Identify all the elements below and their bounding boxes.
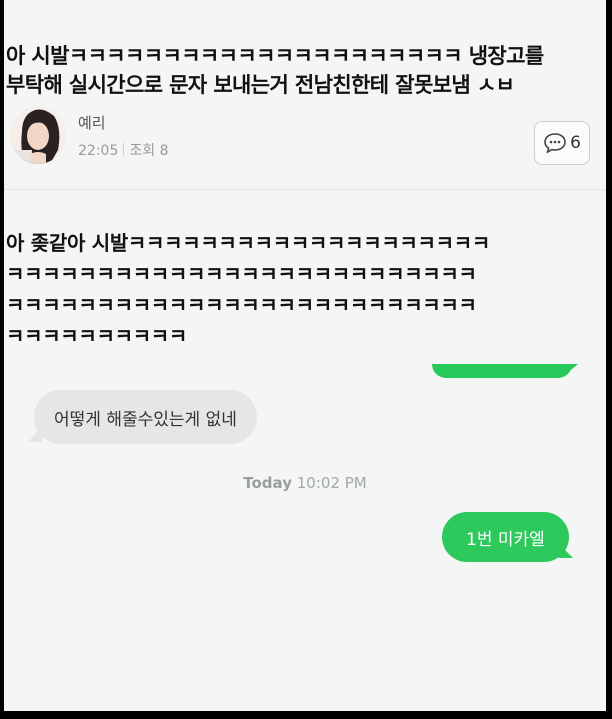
view-count: 조회 8 bbox=[129, 143, 169, 159]
comment-count: 6 bbox=[570, 133, 581, 153]
sent-bubble-partial bbox=[432, 364, 572, 378]
speech-bubble-dots-icon bbox=[544, 133, 566, 154]
message-timestamp: Today 10:02 PM bbox=[4, 474, 606, 492]
screenshot-frame: 아 시발ㅋㅋㅋㅋㅋㅋㅋㅋㅋㅋㅋㅋㅋㅋㅋㅋㅋㅋㅋㅋㅋ 냉장고를 부탁해 실시간으로… bbox=[4, 0, 606, 711]
avatar[interactable] bbox=[10, 106, 66, 164]
sent-bubble-tail bbox=[566, 364, 578, 374]
post-time: 22:05 bbox=[78, 143, 119, 159]
meta-divider bbox=[123, 143, 125, 156]
received-message-text: 어떻게 해줄수있는게 없네 bbox=[54, 409, 237, 430]
post-title: 아 시발ㅋㅋㅋㅋㅋㅋㅋㅋㅋㅋㅋㅋㅋㅋㅋㅋㅋㅋㅋㅋㅋ 냉장고를 부탁해 실시간으로… bbox=[6, 44, 544, 97]
comment-button[interactable]: 6 bbox=[534, 121, 590, 165]
timestamp-day: Today bbox=[243, 474, 292, 492]
author-name[interactable]: 예리 bbox=[78, 112, 106, 133]
post-body: 아 좆같아 시발ㅋㅋㅋㅋㅋㅋㅋㅋㅋㅋㅋㅋㅋㅋㅋㅋㅋㅋㅋㅋ ㅋㅋㅋㅋㅋㅋㅋㅋㅋㅋㅋ… bbox=[6, 231, 490, 348]
timestamp-time: 10:02 PM bbox=[296, 474, 367, 492]
post-meta: 22:05 조회 8 bbox=[78, 140, 168, 160]
sent-message-bubble[interactable]: 1번 미카엘 bbox=[442, 512, 569, 562]
received-message-bubble[interactable]: 어떻게 해줄수있는게 없네 bbox=[34, 390, 257, 444]
divider bbox=[4, 189, 606, 190]
sent-message-text: 1번 미카엘 bbox=[466, 529, 545, 550]
